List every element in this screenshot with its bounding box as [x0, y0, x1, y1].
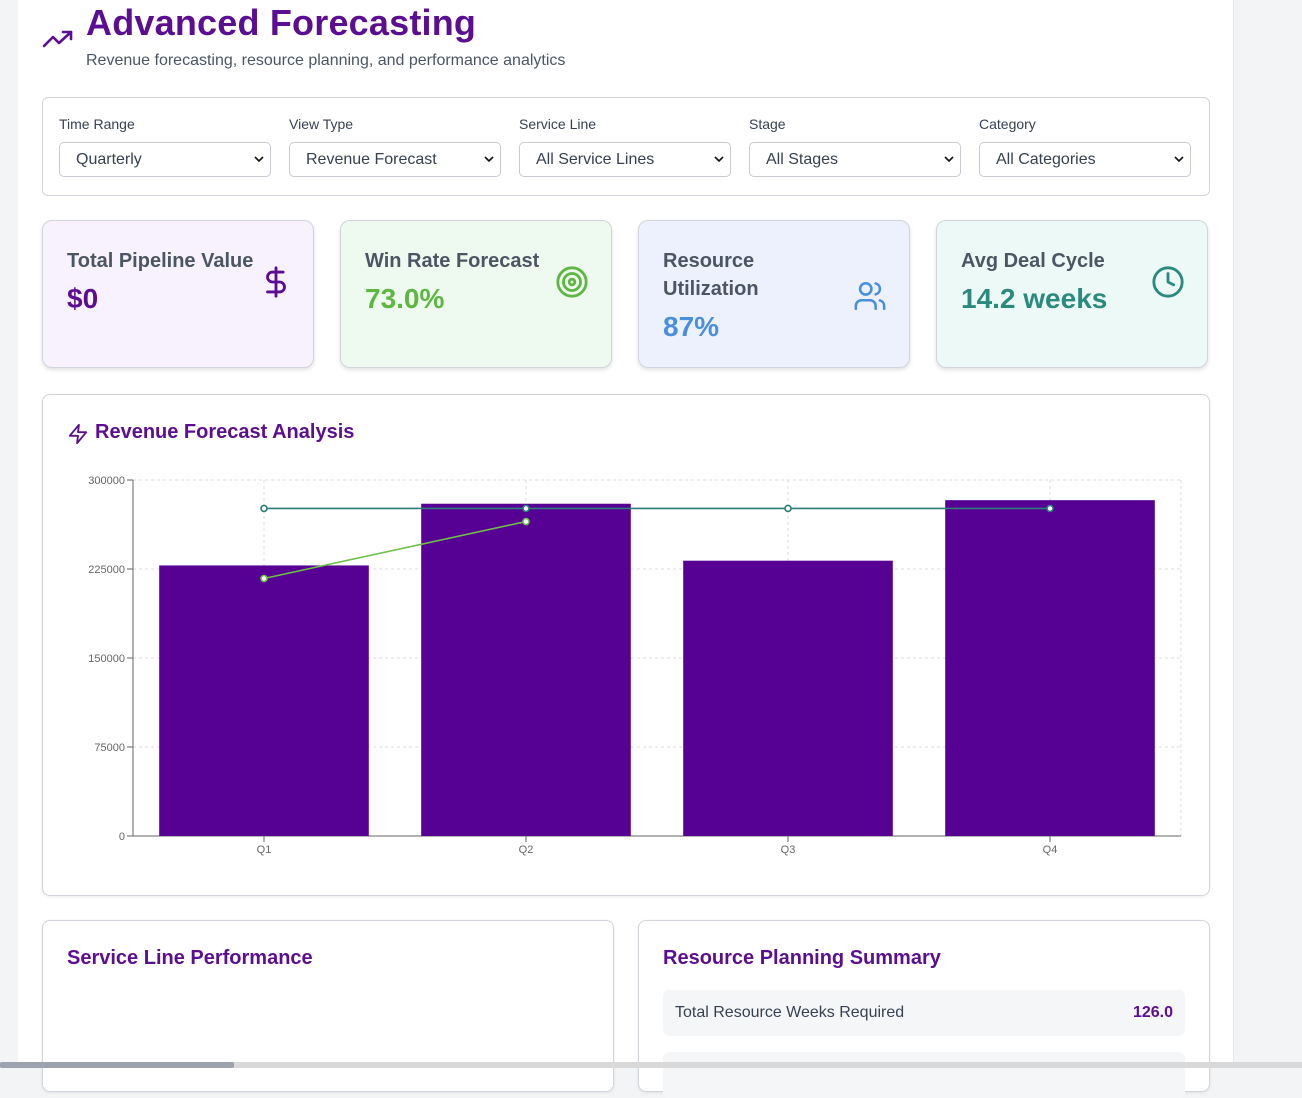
select-value: Revenue Forecast [306, 151, 437, 168]
page-subtitle: Revenue forecasting, resource planning, … [86, 52, 566, 69]
x-tick-label: Q1 [257, 844, 272, 856]
metric-value: $0 [67, 283, 99, 314]
metric-label: Resource Utilization [663, 250, 759, 300]
summary-row-next [663, 1052, 1185, 1098]
filter-stage: Stage All Stages [749, 116, 963, 177]
revenue-forecast-chart: 0 75000 150000 225000 300000 Q1 Q2 Q3 Q4 [88, 475, 1182, 856]
chevron-down-icon [1174, 156, 1184, 163]
metric-label: Total Pipeline Value [67, 250, 254, 272]
select-value: All Stages [766, 151, 839, 168]
metric-card-win-rate: Win Rate Forecast 73.0% [340, 220, 612, 368]
filter-label: Category [979, 116, 1036, 132]
select-value: Quarterly [76, 151, 142, 168]
x-tick-label: Q2 [519, 844, 534, 856]
metric-card-pipeline-value: Total Pipeline Value $0 [42, 220, 314, 368]
dollar-icon [266, 266, 286, 298]
bar [159, 565, 369, 836]
bar [421, 503, 631, 836]
scrollbar-thumb[interactable] [0, 1062, 234, 1068]
filter-label: Stage [749, 116, 786, 132]
y-tick-label: 225000 [88, 564, 125, 576]
horizontal-scrollbar[interactable] [0, 1062, 1302, 1068]
series-point [260, 574, 268, 583]
bar [683, 560, 893, 836]
summary-value: 126.0 [1132, 1004, 1173, 1021]
series-point [784, 504, 792, 513]
panel-title: Resource Planning Summary [663, 947, 941, 969]
metric-label: Win Rate Forecast [365, 250, 540, 272]
metric-value: 73.0% [365, 283, 445, 314]
category-select[interactable]: All Categories [979, 142, 1191, 177]
service-line-select[interactable]: All Service Lines [519, 142, 731, 177]
chevron-down-icon [944, 156, 954, 163]
y-tick-label: 300000 [88, 475, 125, 487]
target-icon [556, 266, 588, 298]
filter-service-line: Service Line All Service Lines [519, 116, 733, 177]
metric-card-avg-deal-cycle: Avg Deal Cycle 14.2 weeks [936, 220, 1208, 368]
view-type-select[interactable]: Revenue Forecast [289, 142, 501, 177]
filter-bar: Time Range Quarterly View Type Revenue F… [42, 97, 1210, 196]
series-point [260, 504, 268, 513]
filter-view-type: View Type Revenue Forecast [289, 116, 503, 177]
y-tick-label: 150000 [88, 653, 125, 665]
revenue-forecast-panel: Revenue Forecast Analysis 0 75000 150000 22… [42, 394, 1210, 896]
stage-select[interactable]: All Stages [749, 142, 961, 177]
metric-value: 87% [663, 311, 720, 342]
clock-icon [1152, 266, 1184, 298]
trending-up-icon [42, 30, 73, 48]
panel-title: Service Line Performance [67, 947, 313, 969]
series-point [1046, 504, 1054, 513]
summary-row: Total Resource Weeks Required 126.0 [663, 990, 1185, 1036]
page: Advanced Forecasting Revenue forecasting… [18, 0, 1234, 1098]
filter-label: Time Range [59, 116, 135, 132]
y-tick-label: 75000 [94, 742, 125, 754]
x-tick-label: Q4 [1043, 844, 1058, 856]
series-point [522, 517, 530, 526]
metric-value: 14.2 weeks [961, 283, 1108, 314]
chevron-down-icon [714, 156, 724, 163]
page-title: Advanced Forecasting [86, 2, 477, 43]
select-value: All Categories [996, 151, 1096, 168]
filter-time-range: Time Range Quarterly [59, 116, 273, 177]
metric-card-resource-utilization: Resource Utilization 87% [638, 220, 910, 368]
time-range-select[interactable]: Quarterly [59, 142, 271, 177]
select-value: All Service Lines [536, 151, 655, 168]
x-tick-label: Q3 [781, 844, 796, 856]
metric-label: Avg Deal Cycle [961, 250, 1105, 272]
bar [945, 500, 1155, 836]
filter-label: View Type [289, 116, 354, 132]
users-icon [854, 281, 886, 311]
chevron-down-icon [254, 156, 264, 163]
filter-category: Category All Categories [979, 116, 1193, 177]
series-point [522, 504, 530, 513]
filter-label: Service Line [519, 116, 597, 132]
chevron-down-icon [484, 156, 494, 163]
y-tick-label: 0 [119, 831, 125, 843]
summary-label: Total Resource Weeks Required [675, 1004, 905, 1021]
